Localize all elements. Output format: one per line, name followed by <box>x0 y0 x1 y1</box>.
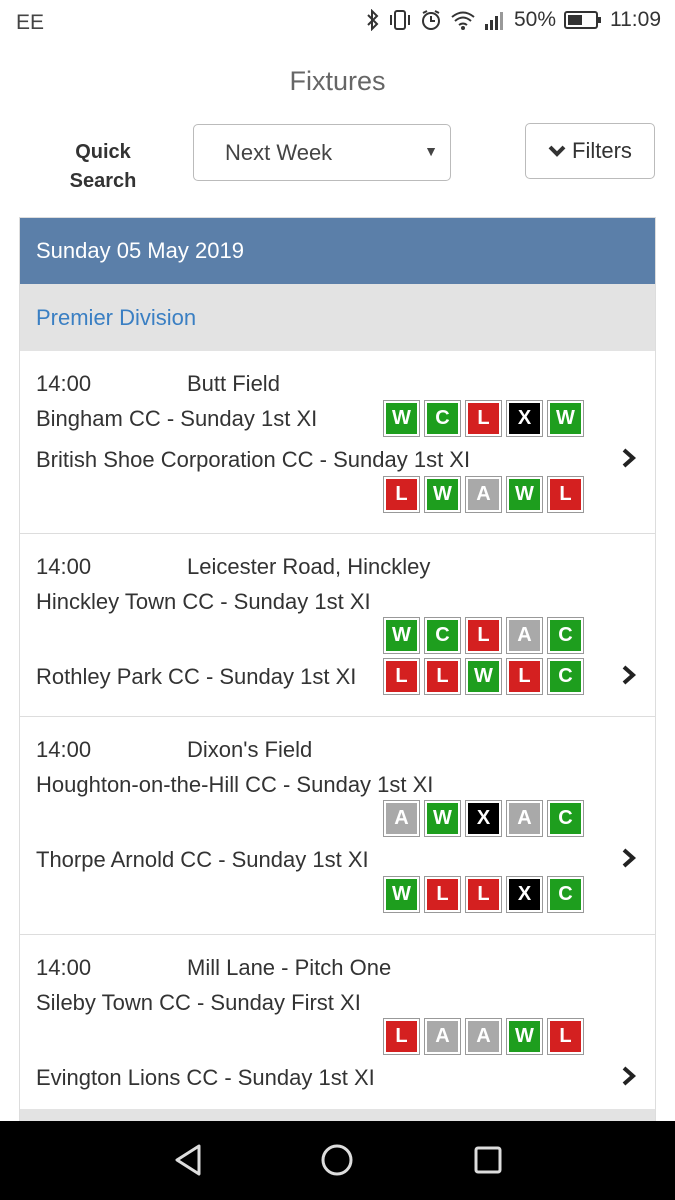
quick-search-label-line1: Quick <box>75 141 131 163</box>
chevron-right-icon[interactable] <box>620 447 638 469</box>
form-badge: C <box>547 617 584 654</box>
form-badge: L <box>383 1018 420 1055</box>
form-badge: A <box>424 1018 461 1055</box>
fixture-row[interactable]: 14:00 Leicester Road, Hinckley Hinckley … <box>20 534 655 717</box>
fixture-time: 14:00 <box>36 955 92 980</box>
home-form: LAAWL <box>383 1018 584 1055</box>
dropdown-caret-icon: ▼ <box>424 143 438 159</box>
form-badge: W <box>547 400 584 437</box>
form-badge: C <box>547 876 584 913</box>
chevron-right-icon[interactable] <box>620 847 638 869</box>
home-team: Hinckley Town CC - Sunday 1st XI <box>36 589 371 614</box>
form-badge: L <box>547 1018 584 1055</box>
away-form: LWAWL <box>383 476 584 513</box>
quick-search-label: Quick Search <box>60 138 146 196</box>
battery-percent: 50% <box>513 8 556 31</box>
form-badge: A <box>506 800 543 837</box>
form-badge: L <box>383 658 420 695</box>
form-badge: W <box>506 1018 543 1055</box>
form-badge: A <box>506 617 543 654</box>
form-badge: A <box>383 800 420 837</box>
form-badge: C <box>547 658 584 695</box>
fixture-row[interactable]: 14:00 Mill Lane - Pitch One Sileby Town … <box>20 935 655 1121</box>
fixture-row[interactable]: 14:00 Butt Field Bingham CC - Sunday 1st… <box>20 351 655 534</box>
carrier-name: EE <box>16 11 45 34</box>
form-badge: C <box>424 400 461 437</box>
page-title: Fixtures <box>289 66 386 96</box>
form-badge: L <box>465 400 502 437</box>
away-team: Evington Lions CC - Sunday 1st XI <box>36 1065 375 1090</box>
home-team: Bingham CC - Sunday 1st XI <box>36 406 318 431</box>
form-badge: A <box>465 476 502 513</box>
android-nav-bar <box>0 1121 675 1200</box>
quick-search-select[interactable]: Next Week ▼ <box>193 124 451 181</box>
bluetooth-icon <box>367 9 379 31</box>
home-form: WCLAC <box>383 617 584 654</box>
form-badge: W <box>383 876 420 913</box>
away-form: LLWLC <box>383 658 584 695</box>
recents-icon[interactable] <box>472 1143 504 1177</box>
status-bar: EE 50% 11:09 <box>0 0 675 46</box>
quick-search-label-line2: Search <box>69 170 137 192</box>
form-badge: C <box>424 617 461 654</box>
form-badge: W <box>424 476 461 513</box>
vibrate-icon <box>389 10 410 30</box>
form-badge: W <box>383 400 420 437</box>
next-section-edge <box>20 1109 655 1121</box>
division-header[interactable]: Premier Division <box>20 284 655 351</box>
battery-icon <box>564 11 601 29</box>
form-badge: X <box>506 876 543 913</box>
form-badge: W <box>465 658 502 695</box>
form-badge: W <box>506 476 543 513</box>
home-icon[interactable] <box>320 1143 354 1177</box>
signal-icon <box>484 12 503 30</box>
away-team: Thorpe Arnold CC - Sunday 1st XI <box>36 847 369 872</box>
form-badge: L <box>424 876 461 913</box>
home-form: WCLXW <box>383 400 584 437</box>
back-icon[interactable] <box>172 1143 204 1177</box>
form-badge: L <box>424 658 461 695</box>
form-badge: L <box>465 876 502 913</box>
form-badge: L <box>506 658 543 695</box>
home-form: AWXAC <box>383 800 584 837</box>
away-form: WLLXC <box>383 876 584 913</box>
form-badge: W <box>424 800 461 837</box>
form-badge: X <box>465 800 502 837</box>
fixture-time: 14:00 <box>36 737 92 762</box>
form-badge: A <box>465 1018 502 1055</box>
fixture-venue: Mill Lane - Pitch One <box>187 955 392 980</box>
filters-label: Filters <box>572 138 632 163</box>
fixture-venue: Butt Field <box>187 371 280 396</box>
form-badge: L <box>547 476 584 513</box>
fixtures-panel: Sunday 05 May 2019 Premier Division 14:0… <box>19 217 656 1122</box>
chevron-down-icon <box>548 145 566 157</box>
chevron-right-icon[interactable] <box>620 664 638 686</box>
fixture-row[interactable]: 14:00 Dixon's Field Houghton-on-the-Hill… <box>20 717 655 935</box>
wifi-icon <box>451 11 475 30</box>
home-team: Sileby Town CC - Sunday First XI <box>36 990 361 1015</box>
form-badge: C <box>547 800 584 837</box>
fixture-venue: Leicester Road, Hinckley <box>187 554 431 579</box>
alarm-icon <box>421 10 440 30</box>
chevron-right-icon[interactable] <box>620 1065 638 1087</box>
home-team: Houghton-on-the-Hill CC - Sunday 1st XI <box>36 772 434 797</box>
date-header: Sunday 05 May 2019 <box>20 218 655 284</box>
fixture-time: 14:00 <box>36 554 92 579</box>
form-badge: X <box>506 400 543 437</box>
fixture-venue: Dixon's Field <box>187 737 313 762</box>
fixture-time: 14:00 <box>36 371 92 396</box>
away-team: Rothley Park CC - Sunday 1st XI <box>36 664 357 689</box>
quick-search-value: Next Week <box>225 140 333 165</box>
form-badge: L <box>465 617 502 654</box>
away-team: British Shoe Corporation CC - Sunday 1st… <box>36 447 471 472</box>
form-badge: L <box>383 476 420 513</box>
form-badge: W <box>383 617 420 654</box>
status-icons: 50% 11:09 <box>366 8 661 32</box>
clock: 11:09 <box>610 8 661 31</box>
filters-button[interactable]: Filters <box>525 123 655 179</box>
